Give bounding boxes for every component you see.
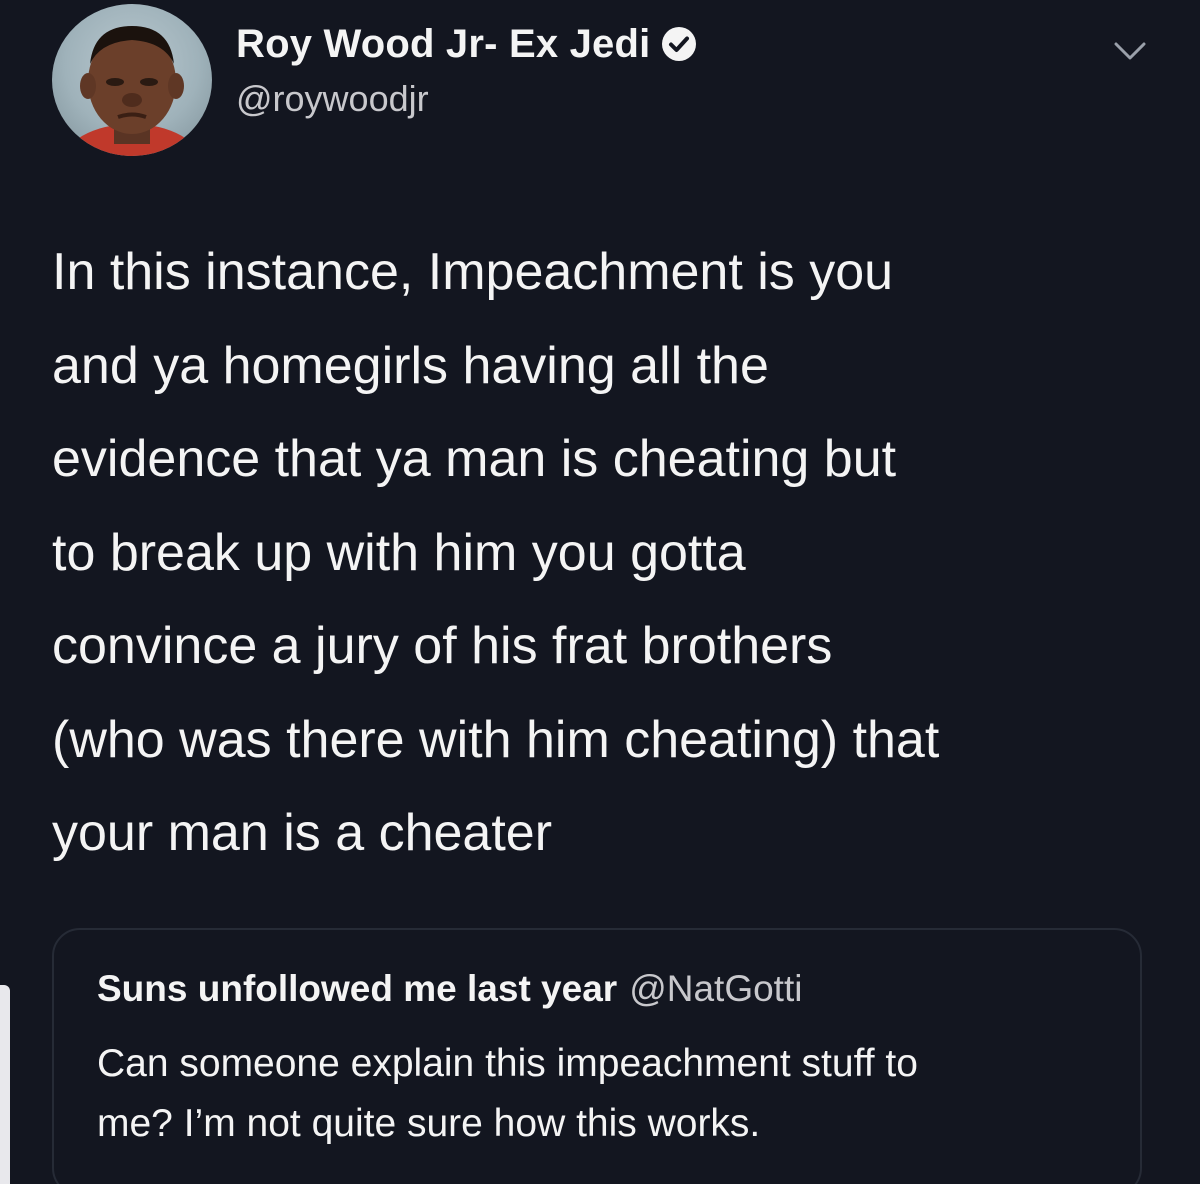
author-name-row[interactable]: Roy Wood Jr- Ex Jedi (236, 18, 698, 70)
quoted-tweet-handle[interactable]: @NatGotti (629, 968, 802, 1009)
verified-badge-icon (660, 25, 698, 63)
tweet-text-line: evidence that ya man is cheating but (52, 430, 897, 488)
edge-strip (0, 985, 10, 1184)
profile-photo-icon (63, 26, 201, 156)
tweet-card: Roy Wood Jr- Ex Jedi @roywoodjr In this … (0, 0, 1200, 1184)
tweet-text-line: your man is a cheater (52, 804, 553, 862)
avatar[interactable] (52, 4, 212, 156)
tweet-text-line: (who was there with him cheating) that (52, 710, 940, 769)
tweet-text-line: to break up with him you gotta (52, 523, 746, 582)
quoted-tweet-header: Suns unfollowed me last year @NatGotti (97, 968, 802, 1010)
quoted-tweet-text-line: Can someone explain this impeachment stu… (97, 1042, 918, 1085)
quoted-tweet-card[interactable]: Suns unfollowed me last year @NatGotti Ca… (52, 928, 1142, 1184)
chevron-down-icon[interactable] (1108, 28, 1152, 72)
quoted-tweet-display-name[interactable]: Suns unfollowed me last year (97, 968, 617, 1009)
author-handle[interactable]: @roywoodjr (236, 78, 429, 120)
tweet-text-line: convince a jury of his frat brothers (52, 617, 833, 675)
tweet-text-line: and ya homegirls having all the (52, 336, 769, 395)
tweet-text-line: In this instance, Impeachment is you (52, 243, 894, 301)
tweet-text: In this instance, Impeachment is you and… (52, 226, 1162, 881)
quoted-tweet-text: Can someone explain this impeachment stu… (97, 1034, 1117, 1154)
author-display-name[interactable]: Roy Wood Jr- Ex Jedi (236, 22, 650, 67)
quoted-tweet-text-line: me? I’m not quite sure how this works. (97, 1102, 761, 1145)
